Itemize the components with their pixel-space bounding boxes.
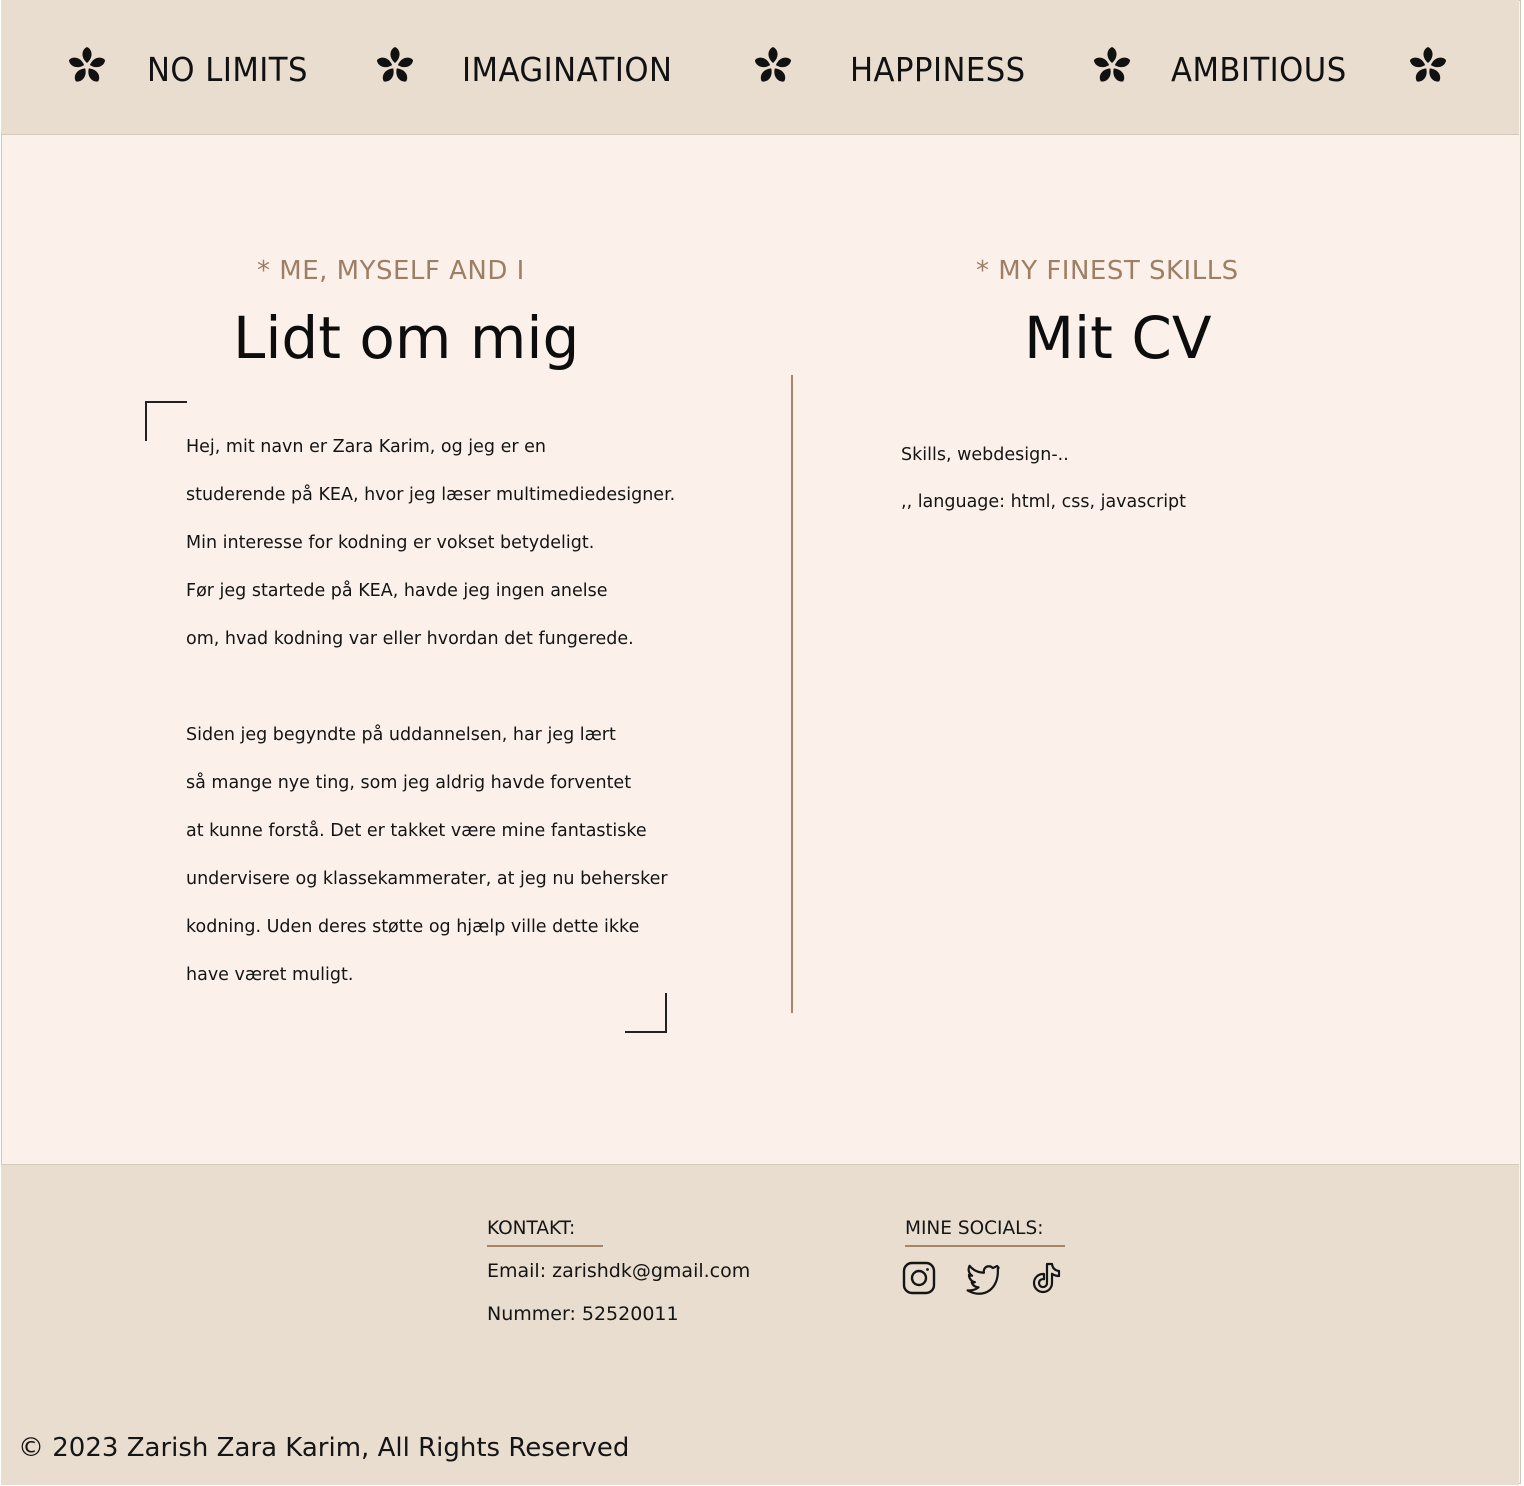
copyright: © 2023 Zarish Zara Karim, All Rights Res…	[18, 1433, 630, 1463]
about-line: undervisere og klassekammerater, at jeg …	[186, 869, 668, 889]
cv-eyebrow: * MY FINEST SKILLS	[976, 256, 1239, 286]
column-divider	[791, 375, 793, 1013]
marquee-band: NO LIMITS IMAGINATION HAPPINESS AMBITIOU…	[1, 0, 1519, 135]
flower-icon	[375, 47, 415, 85]
flower-icon	[1408, 47, 1448, 85]
socials-heading: MINE SOCIALS:	[905, 1218, 1065, 1247]
footer: KONTAKT: Email: zarishdk@gmail.com Numme…	[1, 1164, 1519, 1485]
about-line: Min interesse for kodning er vokset bety…	[186, 533, 595, 553]
about-eyebrow: * ME, MYSELF AND I	[257, 256, 525, 286]
cv-line: Skills, webdesign-..	[901, 445, 1069, 465]
about-line: have været muligt.	[186, 965, 354, 985]
instagram-icon[interactable]	[901, 1260, 937, 1296]
about-line: at kunne forstå. Det er takket være mine…	[186, 821, 647, 841]
marquee-word-no-limits: NO LIMITS	[147, 50, 308, 89]
contact-heading: KONTAKT:	[487, 1218, 603, 1247]
marquee-word-imagination: IMAGINATION	[462, 50, 673, 89]
marquee-word-ambitious: AMBITIOUS	[1171, 50, 1347, 89]
about-line: om, hvad kodning var eller hvordan det f…	[186, 629, 634, 649]
cv-line: ,, language: html, css, javascript	[901, 492, 1187, 512]
flower-icon	[1092, 47, 1132, 85]
about-line: Hej, mit navn er Zara Karim, og jeg er e…	[186, 437, 546, 457]
corner-bracket-top-left	[145, 401, 187, 441]
tiktok-icon[interactable]	[1028, 1260, 1064, 1296]
flower-icon	[67, 47, 107, 85]
about-line: kodning. Uden deres støtte og hjælp vill…	[186, 917, 640, 937]
contact-phone: Nummer: 52520011	[487, 1303, 679, 1325]
about-title: Lidt om mig	[233, 304, 580, 372]
marquee-word-happiness: HAPPINESS	[850, 50, 1026, 89]
about-line: Før jeg startede på KEA, havde jeg ingen…	[186, 581, 608, 601]
about-line: så mange nye ting, som jeg aldrig havde …	[186, 773, 632, 793]
cv-title: Mit CV	[1024, 304, 1212, 372]
about-line: Siden jeg begyndte på uddannelsen, har j…	[186, 725, 616, 745]
about-line: studerende på KEA, hvor jeg læser multim…	[186, 485, 676, 505]
contact-email[interactable]: Email: zarishdk@gmail.com	[487, 1260, 750, 1282]
flower-icon	[753, 47, 793, 85]
corner-bracket-bottom-right	[625, 993, 667, 1033]
twitter-icon[interactable]	[964, 1260, 1000, 1296]
